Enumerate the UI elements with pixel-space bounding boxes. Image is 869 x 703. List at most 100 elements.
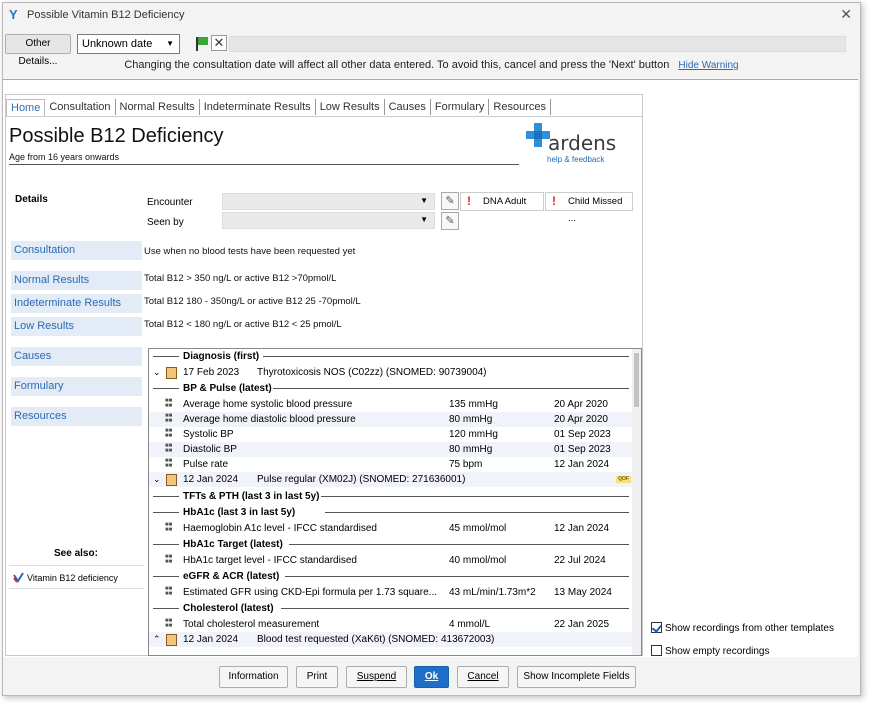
nav-normal-results-desc: Total B12 > 350 ng/L or active B12 >70pm… bbox=[144, 273, 337, 284]
table-row[interactable]: ■■ ■■ HbA1c target level - IFCC standardi… bbox=[149, 553, 633, 568]
alert-icon: ! bbox=[467, 194, 471, 208]
recordings-list[interactable]: Diagnosis (first) ⌄ 17 Feb 2023 Thyrotox… bbox=[148, 348, 642, 656]
dna-adult-button[interactable]: ! DNA Adult bbox=[460, 192, 544, 211]
content-area: Home Consultation Normal Results Indeter… bbox=[3, 79, 858, 657]
edit-encounter-icon[interactable]: ✎ bbox=[441, 192, 459, 210]
scroll-icon bbox=[166, 634, 177, 646]
show-incomplete-button[interactable]: Show Incomplete Fields bbox=[517, 666, 636, 688]
nav-low-results[interactable]: Low Results bbox=[11, 317, 142, 336]
table-row[interactable]: ■■ ■■ Systolic BP 120 mmHg 01 Sep 2023 bbox=[149, 427, 633, 442]
nav-causes[interactable]: Causes bbox=[11, 347, 142, 366]
row-name: Diastolic BP bbox=[183, 444, 237, 455]
cancel-button[interactable]: Cancel bbox=[457, 666, 509, 688]
tab-indeterminate-results[interactable]: Indeterminate Results bbox=[200, 99, 316, 115]
table-row[interactable]: ■■ ■■ Estimated GFR using CKD-Epi formula… bbox=[149, 585, 633, 600]
entry-date: 17 Feb 2023 bbox=[183, 367, 240, 378]
scroll-icon bbox=[166, 474, 177, 486]
app-logo-icon: Y bbox=[9, 7, 18, 22]
section-hba1c-target: HbA1c Target (latest) bbox=[149, 537, 633, 552]
ardens-logo[interactable]: ardens help & feedback bbox=[526, 123, 626, 164]
see-also-item-label: Vitamin B12 deficiency bbox=[27, 573, 118, 583]
date-bar bbox=[229, 36, 846, 52]
row-date: 20 Apr 2020 bbox=[554, 414, 608, 425]
information-button[interactable]: Information bbox=[219, 666, 288, 688]
qof-badge: QOF bbox=[616, 476, 631, 483]
tab-consultation[interactable]: Consultation bbox=[45, 99, 116, 115]
row-name: HbA1c target level - IFCC standardised bbox=[183, 555, 357, 566]
tab-home[interactable]: Home bbox=[6, 99, 46, 117]
suspend-button[interactable]: Suspend bbox=[346, 666, 407, 688]
chevron-down-icon: ▼ bbox=[420, 215, 428, 224]
row-name: Systolic BP bbox=[183, 429, 234, 440]
table-row[interactable]: ■■ ■■ Average home systolic blood pressur… bbox=[149, 397, 633, 412]
toolbar: Other Details... Unknown date ▼ ✕ Changi… bbox=[3, 30, 860, 78]
encounter-select[interactable]: ▼ bbox=[222, 193, 435, 210]
table-row[interactable]: ■■ ■■ Average home diastolic blood pressu… bbox=[149, 412, 633, 427]
title-bar: Y Possible Vitamin B12 Deficiency ✕ bbox=[3, 3, 860, 29]
section-title: HbA1c Target (latest) bbox=[183, 539, 283, 550]
tab-normal-results[interactable]: Normal Results bbox=[116, 99, 200, 115]
table-row[interactable]: ■■ ■■ Haemoglobin A1c level - IFCC standa… bbox=[149, 521, 633, 536]
blood-test-entry[interactable]: ⌃ 12 Jan 2024 Blood test requested (XaK6… bbox=[149, 632, 633, 647]
coded-entry-icon: ■■ ■■ bbox=[165, 586, 173, 597]
section-hba1c: HbA1c (last 3 in last 5y) bbox=[149, 505, 633, 520]
table-row[interactable]: ■■ ■■ Pulse rate 75 bpm 12 Jan 2024 bbox=[149, 457, 633, 472]
chevron-down-icon: ▼ bbox=[166, 39, 174, 48]
section-title: TFTs & PTH (last 3 in last 5y) bbox=[183, 491, 320, 502]
tab-resources[interactable]: Resources bbox=[489, 99, 551, 115]
row-value: 80 mmHg bbox=[449, 414, 493, 425]
coded-entry-icon: ■■ ■■ bbox=[165, 428, 173, 439]
row-name: Average home diastolic blood pressure bbox=[183, 414, 356, 425]
date-warning: Changing the consultation date will affe… bbox=[3, 59, 860, 71]
other-details-button[interactable]: Other Details... bbox=[5, 34, 71, 67]
close-icon[interactable]: ✕ bbox=[840, 6, 852, 23]
seen-by-select[interactable]: ▼ bbox=[222, 212, 435, 229]
seen-by-label: Seen by bbox=[147, 217, 184, 228]
tab-low-results[interactable]: Low Results bbox=[316, 99, 385, 115]
row-name: Haemoglobin A1c level - IFCC standardise… bbox=[183, 523, 377, 534]
help-feedback-link[interactable]: help & feedback bbox=[547, 155, 604, 164]
row-value: 4 mmol/L bbox=[449, 619, 491, 630]
section-bp-pulse: BP & Pulse (latest) bbox=[149, 381, 633, 396]
entry-text: Blood test requested (XaK6t) (SNOMED: 41… bbox=[257, 634, 495, 645]
recordings-scrollbar[interactable] bbox=[632, 349, 641, 655]
tab-bar: Home Consultation Normal Results Indeter… bbox=[6, 99, 551, 117]
coded-entry-icon: ■■ ■■ bbox=[165, 443, 173, 454]
nav-formulary[interactable]: Formulary bbox=[11, 377, 142, 396]
chevron-down-icon[interactable]: ⌄ bbox=[153, 365, 161, 380]
nav-consultation[interactable]: Consultation bbox=[11, 241, 142, 260]
table-row[interactable]: ■■ ■■ Total cholesterol measurement 4 mmo… bbox=[149, 617, 633, 632]
consultation-date-select[interactable]: Unknown date ▼ bbox=[77, 34, 180, 54]
template-icon bbox=[13, 572, 24, 583]
chevron-up-icon[interactable]: ⌃ bbox=[153, 632, 161, 647]
chevron-down-icon[interactable]: ⌄ bbox=[153, 472, 161, 487]
nav-resources[interactable]: Resources bbox=[11, 407, 142, 426]
section-tfts-pth: TFTs & PTH (last 3 in last 5y) bbox=[149, 489, 633, 504]
ardens-cross-icon bbox=[526, 123, 550, 147]
scrollbar-thumb[interactable] bbox=[634, 353, 639, 407]
pulse-entry[interactable]: ⌄ 12 Jan 2024 Pulse regular (XM02J) (SNO… bbox=[149, 472, 633, 487]
coded-entry-icon: ■■ ■■ bbox=[165, 413, 173, 424]
page-subtitle: Age from 16 years onwards bbox=[9, 152, 120, 162]
chevron-down-icon: ▼ bbox=[420, 196, 428, 205]
hide-warning-link[interactable]: Hide Warning bbox=[678, 60, 738, 71]
diagnosis-entry[interactable]: ⌄ 17 Feb 2023 Thyrotoxicosis NOS (C02zz)… bbox=[149, 365, 633, 380]
table-row[interactable]: ■■ ■■ Diastolic BP 80 mmHg 01 Sep 2023 bbox=[149, 442, 633, 457]
nav-indeterminate-results[interactable]: Indeterminate Results bbox=[11, 294, 142, 313]
show-other-templates-checkbox[interactable] bbox=[651, 622, 662, 633]
flag-icon[interactable] bbox=[195, 36, 209, 52]
see-also-item[interactable]: Vitamin B12 deficiency bbox=[9, 565, 144, 589]
tab-causes[interactable]: Causes bbox=[385, 99, 431, 115]
ok-button[interactable]: Ok bbox=[414, 666, 449, 688]
show-empty-checkbox[interactable] bbox=[651, 645, 662, 656]
child-missed-button[interactable]: ! Child Missed ... bbox=[545, 192, 633, 224]
nav-normal-results[interactable]: Normal Results bbox=[11, 271, 142, 290]
tab-formulary[interactable]: Formulary bbox=[431, 99, 490, 115]
row-value: 75 bpm bbox=[449, 459, 483, 470]
print-button[interactable]: Print bbox=[296, 666, 338, 688]
section-diagnosis: Diagnosis (first) bbox=[149, 349, 633, 364]
scroll-icon bbox=[166, 367, 177, 379]
edit-seen-by-icon[interactable]: ✎ bbox=[441, 212, 459, 230]
show-empty-label: Show empty recordings bbox=[665, 646, 770, 657]
cancel-date-icon[interactable]: ✕ bbox=[211, 35, 227, 51]
